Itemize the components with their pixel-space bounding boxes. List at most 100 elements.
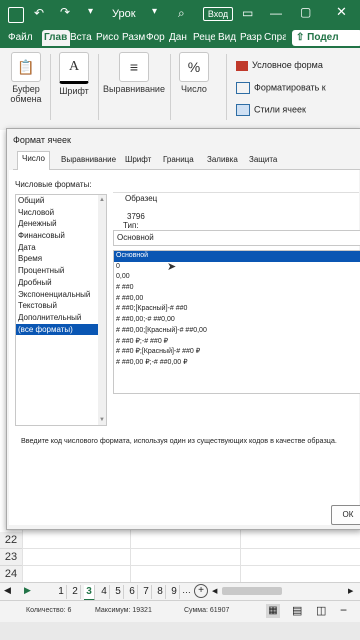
undo-icon[interactable]: ↶: [34, 6, 44, 20]
sheet-nav-left-icon[interactable]: ◀: [4, 585, 11, 596]
list-item[interactable]: # ##0 ₽;[Красный]-# ##0 ₽: [114, 347, 360, 358]
search-icon[interactable]: ⌕: [178, 6, 185, 21]
list-item[interactable]: Текстовый: [16, 300, 106, 312]
save-icon[interactable]: [8, 7, 24, 23]
zoom-out-icon[interactable]: −: [340, 603, 347, 617]
tab-home[interactable]: Глав: [42, 30, 70, 46]
list-item[interactable]: # ##0,00;[Красный]-# ##0,00: [114, 326, 360, 337]
tab-layout[interactable]: Разм: [122, 30, 146, 46]
scroll-up-icon[interactable]: ▲: [99, 197, 105, 203]
number-label: Число: [181, 84, 207, 94]
list-item[interactable]: # ##0: [114, 283, 360, 294]
scroll-down-icon[interactable]: ▼: [99, 417, 105, 423]
list-item[interactable]: # ##0,00 ₽;-# ##0,00 ₽: [114, 358, 360, 369]
tab-draw[interactable]: Рисо: [96, 30, 120, 46]
alignment-label: Выравнивание: [103, 84, 165, 94]
more-commands-icon[interactable]: ▾: [88, 6, 93, 17]
list-item[interactable]: 0,00: [114, 272, 360, 283]
format-code-input[interactable]: Основной: [113, 230, 360, 246]
tab-formulas[interactable]: Фор: [146, 30, 168, 46]
list-item-selected[interactable]: (все форматы): [16, 323, 106, 336]
tab-file[interactable]: Файл: [8, 30, 38, 46]
list-item[interactable]: # ##0,00: [114, 294, 360, 305]
font-label: Шрифт: [59, 86, 89, 96]
add-sheet-icon[interactable]: +: [194, 584, 208, 598]
list-item[interactable]: # ##0,00;-# ##0,00: [114, 315, 360, 326]
conditional-formatting-button[interactable]: Условное форма: [236, 60, 323, 71]
scroll-right-icon[interactable]: ▶: [348, 587, 353, 595]
share-button[interactable]: ⇧ Подел: [292, 30, 360, 46]
sheet-tab[interactable]: 4: [99, 585, 110, 599]
list-item[interactable]: Числовой: [16, 207, 106, 219]
page-layout-icon[interactable]: ▤: [292, 604, 302, 617]
list-item[interactable]: Процентный: [16, 265, 106, 277]
sheet-nav-right-icon[interactable]: ▶: [24, 585, 31, 596]
ok-button[interactable]: ОК: [331, 505, 360, 525]
system-bar: [0, 622, 360, 640]
sheet-tab[interactable]: 1: [56, 585, 67, 599]
row-header[interactable]: 23: [0, 549, 22, 566]
tab-developer[interactable]: Разр: [240, 30, 262, 46]
tab-alignment[interactable]: Выравнивание: [57, 153, 120, 167]
category-list[interactable]: Общий Числовой Денежный Финансовый Дата …: [15, 194, 107, 426]
type-label: Тип:: [123, 221, 139, 230]
status-sum: Сумма: 61907: [184, 607, 230, 614]
sheet-tab[interactable]: 6: [127, 585, 138, 599]
ribbon-divider: [50, 54, 51, 120]
list-item[interactable]: Денежный: [16, 218, 106, 230]
list-item[interactable]: Дата: [16, 242, 106, 254]
list-item-selected[interactable]: Основной: [114, 251, 360, 262]
scroll-left-icon[interactable]: ◀: [212, 587, 217, 595]
sheet-tab[interactable]: 2: [70, 585, 81, 599]
list-item[interactable]: Время: [16, 253, 106, 265]
tab-border[interactable]: Граница: [159, 153, 198, 167]
list-item[interactable]: Финансовый: [16, 230, 106, 242]
tab-view[interactable]: Вид: [218, 30, 238, 46]
tab-insert[interactable]: Вста: [70, 30, 94, 46]
redo-icon[interactable]: ↷: [60, 5, 70, 19]
tab-review[interactable]: Реце: [193, 30, 215, 46]
title-chevron-icon[interactable]: ▾: [152, 6, 157, 17]
list-item[interactable]: Дополнительный: [16, 312, 106, 324]
tab-font[interactable]: Шрифт: [121, 153, 155, 167]
tab-data[interactable]: Дан: [169, 30, 191, 46]
status-bar: Количество: 6 Максимум: 19321 Сумма: 619…: [0, 600, 360, 623]
row-header[interactable]: 22: [0, 532, 22, 549]
sheet-tab[interactable]: 5: [113, 585, 124, 599]
sample-label: Образец: [125, 194, 158, 203]
number-group[interactable]: % Число: [174, 52, 214, 94]
page-break-icon[interactable]: ◫: [316, 604, 326, 617]
row-header[interactable]: 24: [0, 566, 22, 583]
maximize-icon[interactable]: ▢: [300, 5, 311, 19]
category-scrollbar[interactable]: ▲ ▼: [98, 195, 106, 425]
tab-protection[interactable]: Защита: [245, 153, 281, 167]
list-item[interactable]: 0: [114, 262, 360, 273]
ribbon-display-icon[interactable]: ▭: [242, 6, 253, 20]
tab-fill[interactable]: Заливка: [203, 153, 242, 167]
format-as-table-button[interactable]: Форматировать к: [236, 82, 326, 94]
clipboard-group[interactable]: 📋 Буфер обмена: [6, 52, 46, 104]
list-item[interactable]: Дробный: [16, 277, 106, 289]
tab-number[interactable]: Число: [17, 151, 51, 170]
minimize-icon[interactable]: —: [270, 6, 282, 20]
signin-button[interactable]: Вход: [203, 7, 233, 21]
list-item[interactable]: # ##0;[Красный]-# ##0: [114, 304, 360, 315]
alignment-group[interactable]: ≡ Выравнивание: [102, 52, 166, 94]
tab-help[interactable]: Спра: [264, 30, 286, 46]
sheet-tab[interactable]: 8: [155, 585, 166, 599]
font-group[interactable]: A Шрифт: [56, 52, 92, 96]
percent-icon: %: [179, 52, 209, 82]
more-sheets-icon[interactable]: …: [182, 585, 191, 595]
list-item[interactable]: Экспоненциальный: [16, 289, 106, 301]
list-item[interactable]: # ##0 ₽;-# ##0 ₽: [114, 337, 360, 348]
cell-styles-button[interactable]: Стили ячеек: [236, 104, 306, 116]
format-code-list[interactable]: Основной 0 0,00 # ##0 # ##0,00 # ##0;[Кр…: [113, 250, 360, 394]
font-color-icon: A: [59, 52, 89, 84]
sheet-tab[interactable]: 9: [169, 585, 180, 599]
sheet-tab[interactable]: 7: [141, 585, 152, 599]
list-item[interactable]: Общий: [16, 195, 106, 207]
normal-view-icon[interactable]: ▦: [266, 604, 280, 618]
horizontal-scrollbar[interactable]: [222, 587, 282, 595]
sheet-tab-active[interactable]: 3: [84, 585, 95, 601]
close-icon[interactable]: ✕: [336, 4, 347, 20]
